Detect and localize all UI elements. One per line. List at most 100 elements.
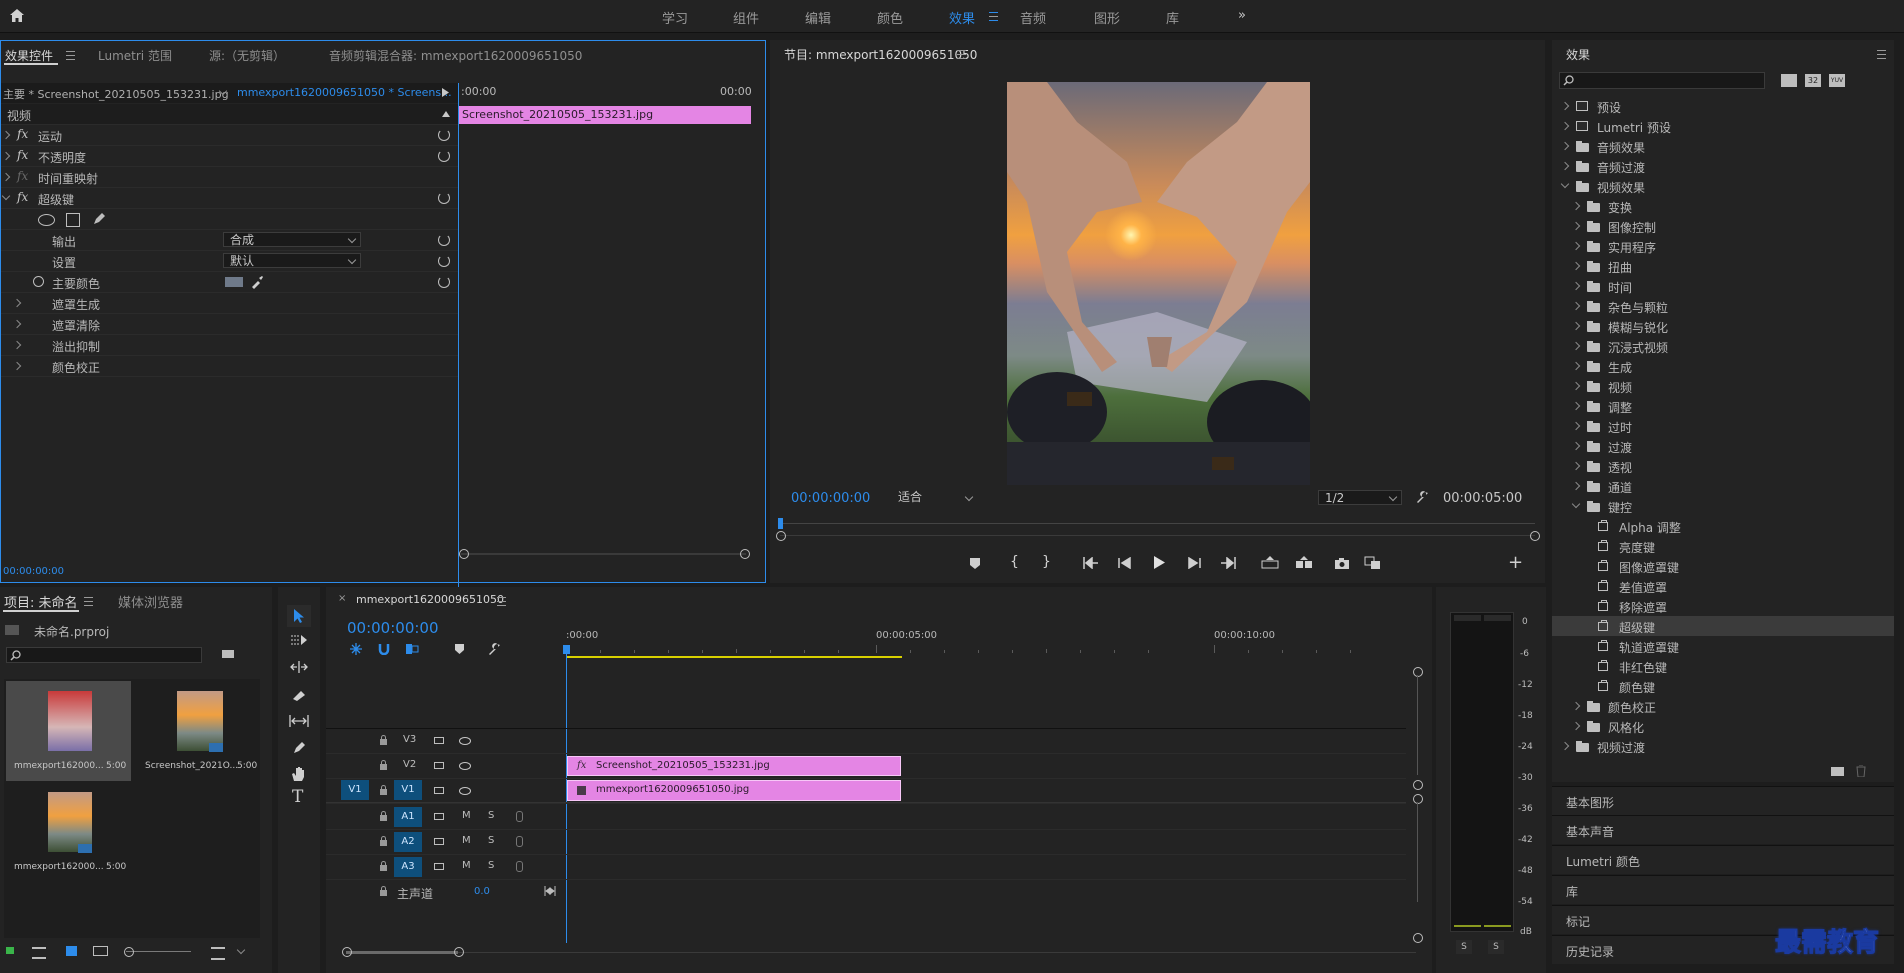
mark-in-icon[interactable]: { <box>1010 554 1019 570</box>
tab-media-browser[interactable]: 媒体浏览器 <box>118 592 183 611</box>
chevron-right-icon[interactable] <box>1571 261 1581 271</box>
selection-tool[interactable] <box>287 605 311 627</box>
effects-tree-item[interactable]: 视频效果 <box>1552 176 1894 196</box>
write-lock-icon[interactable] <box>6 947 14 954</box>
effects-tree-item[interactable]: 杂色与颗粒 <box>1552 296 1894 316</box>
chevron-right-icon[interactable] <box>1571 421 1581 431</box>
yuv-filter-icon[interactable]: YUV <box>1829 74 1845 87</box>
chevron-down-icon[interactable] <box>1571 499 1581 509</box>
panel-menu-icon[interactable] <box>66 51 75 60</box>
program-video-frame[interactable] <box>1007 82 1310 485</box>
effects-tree-item[interactable]: 颜色键 <box>1552 676 1894 696</box>
delete-trash-icon[interactable] <box>1856 765 1866 777</box>
workspace-learn[interactable]: 学习 <box>662 8 688 27</box>
workspace-color[interactable]: 颜色 <box>877 8 903 27</box>
a-scroll-handle-bottom[interactable] <box>1413 933 1423 943</box>
effect-row-time-remap[interactable]: fx 时间重映射 <box>1 167 458 188</box>
play-icon[interactable] <box>1153 555 1166 570</box>
zoom-slider[interactable] <box>126 951 191 952</box>
reset-icon[interactable] <box>438 276 450 288</box>
solo-button[interactable]: S <box>488 860 494 871</box>
close-tab-icon[interactable]: × <box>338 593 346 604</box>
panel-menu-icon[interactable] <box>84 597 93 606</box>
panel-menu-icon[interactable] <box>957 50 966 59</box>
chevron-right-icon[interactable] <box>1560 101 1570 111</box>
hand-tool-icon[interactable] <box>291 766 306 782</box>
workspace-audio[interactable]: 音频 <box>1020 8 1046 27</box>
expand-chevron-icon[interactable] <box>12 319 22 329</box>
toggle-output-eye-icon[interactable] <box>459 762 471 770</box>
effects-tree-item[interactable]: 通道 <box>1552 476 1894 496</box>
workspace-graphics[interactable]: 图形 <box>1094 8 1120 27</box>
voice-over-mic-icon[interactable] <box>516 836 523 847</box>
stopwatch-icon[interactable] <box>33 276 44 287</box>
ellipse-mask-icon[interactable] <box>38 214 55 226</box>
expand-chevron-icon[interactable] <box>1 151 11 161</box>
effect-row-ultra-key[interactable]: fx 超级键 <box>1 188 458 209</box>
expand-chevron-icon[interactable] <box>12 340 22 350</box>
collapse-up-icon[interactable] <box>442 111 450 117</box>
effect-row-motion[interactable]: fx 运动 <box>1 125 458 146</box>
effects-tree-item[interactable]: 键控 <box>1552 496 1894 516</box>
effect-row-opacity[interactable]: fx 不透明度 <box>1 146 458 167</box>
effects-tree-item[interactable]: 过渡 <box>1552 436 1894 456</box>
monitor-playhead[interactable] <box>778 518 783 529</box>
h-scroll-handle-left[interactable] <box>342 947 352 957</box>
chevron-right-icon[interactable] <box>1571 321 1581 331</box>
chevron-right-icon[interactable] <box>1571 441 1581 451</box>
sequence-clip-label[interactable]: mmexport1620009651050 * Screens... <box>237 86 452 99</box>
track-lock-icon[interactable] <box>380 760 387 770</box>
subgroup-matte-generation[interactable]: 遮罩生成 <box>1 293 458 314</box>
sync-lock-icon[interactable] <box>434 787 444 794</box>
subgroup-color-correction[interactable]: 颜色校正 <box>1 356 458 377</box>
pen-tool-icon[interactable] <box>292 741 306 755</box>
tab-audio-clip-mixer[interactable]: 音频剪辑混合器: mmexport1620009651050 <box>329 47 582 64</box>
project-item[interactable]: Screenshot_2021O... 5:00 <box>137 681 262 781</box>
expand-chevron-icon[interactable] <box>1 130 11 140</box>
expand-chevron-icon[interactable] <box>12 361 22 371</box>
panel-lumetri-color[interactable]: Lumetri 颜色 <box>1552 845 1894 874</box>
h-scroll-handle-right[interactable] <box>454 947 464 957</box>
mute-button[interactable]: M <box>462 810 471 821</box>
effects-tree-item[interactable]: 时间 <box>1552 276 1894 296</box>
chevron-right-icon[interactable] <box>1571 221 1581 231</box>
track-lock-icon[interactable] <box>380 861 387 871</box>
nest-toggle-icon[interactable] <box>350 643 362 655</box>
tab-source[interactable]: 源:（无剪辑） <box>209 47 285 64</box>
workspace-effects[interactable]: 效果 <box>949 8 975 27</box>
reset-icon[interactable] <box>438 234 450 246</box>
mini-clip-bar[interactable]: Screenshot_20210505_153231.jpg <box>459 106 751 124</box>
effects-tree-item[interactable]: 模糊与锐化 <box>1552 316 1894 336</box>
timeline-sequence-tab[interactable]: mmexport1620009651050 <box>356 593 504 606</box>
panel-libraries[interactable]: 库 <box>1552 875 1894 904</box>
mark-out-icon[interactable]: } <box>1042 554 1051 570</box>
go-to-out-icon[interactable] <box>1220 557 1236 569</box>
type-tool-icon[interactable]: T <box>292 787 303 807</box>
timeline-clip[interactable]: fx Screenshot_20210505_153231.jpg <box>567 756 901 776</box>
effects-tree-item[interactable]: 视频 <box>1552 376 1894 396</box>
accelerated-effects-filter-icon[interactable] <box>1781 74 1797 87</box>
h-scrollbar-track[interactable] <box>346 952 1416 953</box>
chevron-right-icon[interactable] <box>1571 301 1581 311</box>
chevron-right-icon[interactable] <box>1571 701 1581 711</box>
program-timecode[interactable]: 00:00:00:00 <box>791 491 870 506</box>
razor-icon[interactable] <box>292 687 306 701</box>
effects-tree-item[interactable]: 移除遮罩 <box>1552 596 1894 616</box>
project-item[interactable]: mmexport162000... 5:00 <box>6 681 131 781</box>
fx-badge[interactable]: fx <box>577 757 586 775</box>
reset-icon[interactable] <box>438 129 450 141</box>
track-lock-icon[interactable] <box>380 836 387 846</box>
zoom-handle-left[interactable] <box>776 531 786 541</box>
workspace-more-button[interactable]: » <box>1238 8 1246 23</box>
lift-icon[interactable] <box>1261 556 1279 569</box>
source-patch-v1[interactable]: V1 <box>341 780 369 800</box>
reset-icon[interactable] <box>438 150 450 162</box>
fit-dropdown[interactable]: 适合 <box>892 490 977 505</box>
effects-tree-item[interactable]: 扭曲 <box>1552 256 1894 276</box>
key-color-swatch[interactable] <box>225 277 243 287</box>
project-item[interactable]: mmexport162000... 5:00 <box>6 782 131 882</box>
chevron-right-icon[interactable] <box>1571 401 1581 411</box>
pen-mask-icon[interactable] <box>92 212 106 226</box>
new-folder-icon[interactable] <box>1831 767 1844 776</box>
sync-lock-icon[interactable] <box>434 838 444 845</box>
